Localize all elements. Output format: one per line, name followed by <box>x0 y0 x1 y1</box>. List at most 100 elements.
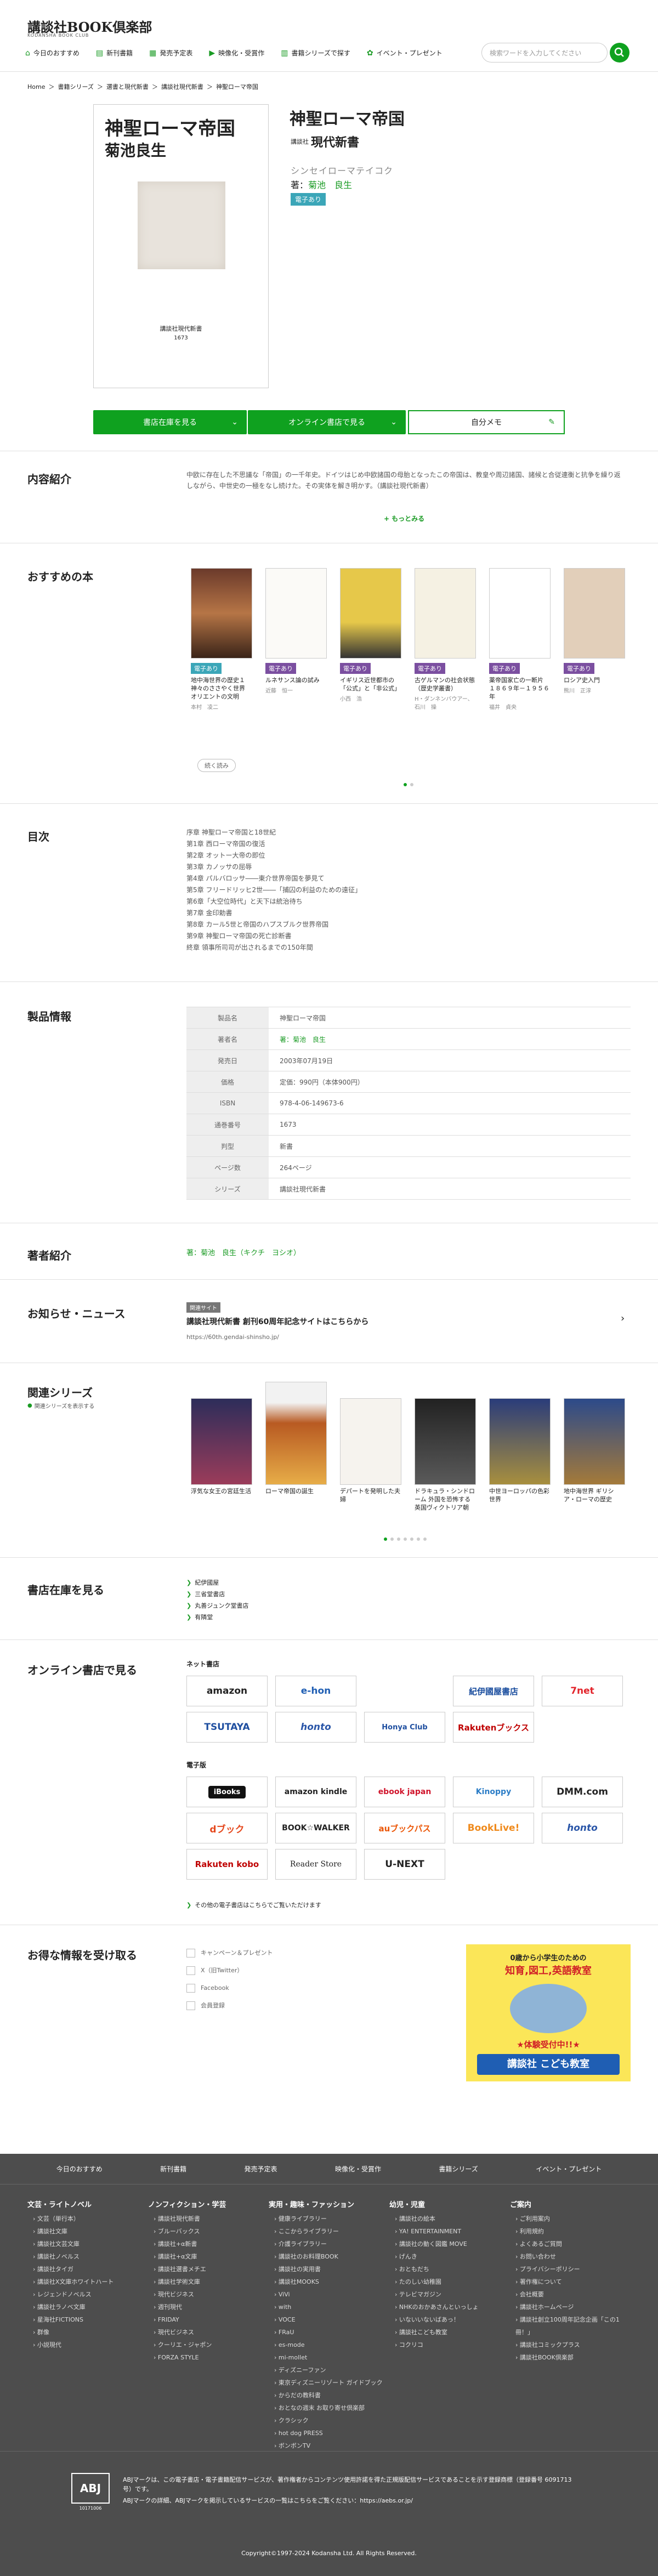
benefit-link[interactable]: 会員登録 <box>186 1997 273 2015</box>
stock-button[interactable]: 書店在庫を見る ⌄ <box>93 410 247 434</box>
footer-nav-item[interactable]: 映像化・受賞作 <box>335 2164 381 2174</box>
footer-link[interactable]: › プライバシーポリシー <box>510 2263 625 2276</box>
author-intro-link[interactable]: 著：菊池 良生（キクチ ヨシオ） <box>186 1247 300 1257</box>
footer-link[interactable]: › 講談社の絵本 <box>389 2212 504 2225</box>
recommend-item[interactable]: 電子あり 古ゲルマンの社会状態（歴史学叢書） H・ダンネンバウアー、石川 操 <box>415 568 476 711</box>
footer-link[interactable]: › テレビマガジン <box>389 2288 504 2301</box>
store-logo-ehon[interactable]: e-hon <box>275 1676 356 1706</box>
recommend-item[interactable]: 電子あり イギリス近世都市の「公式」と「非公式」 小西 浩 <box>340 568 401 702</box>
footer-link[interactable]: › es-mode <box>269 2339 384 2351</box>
recommend-item[interactable]: 電子あり 地中海世界の歴史１ 神々のささやく世界 オリエントの文明 本村 凌二 <box>191 568 252 711</box>
store-link[interactable]: ❯ 紀伊國屋 <box>186 1577 248 1588</box>
footer-link[interactable]: › with <box>269 2301 384 2313</box>
ad-banner[interactable]: 0歳から小学生のための 知育,図工,英語教室 ★体験受付中!!★ 講談社 こども… <box>466 1944 631 2081</box>
nav-item-series[interactable]: ▥ 書籍シリーズで探す <box>281 48 350 58</box>
footer-nav-item[interactable]: 今日のおすすめ <box>56 2164 103 2174</box>
footer-link[interactable]: › いないいないばあっ！ <box>389 2313 504 2326</box>
ebook-logo-ibooks[interactable]: iBooks <box>186 1777 268 1807</box>
news-title[interactable]: 講談社現代新書 創刊60周年記念サイトはこちらから <box>186 1316 368 1327</box>
recommend-more-button[interactable]: 続く読み <box>197 759 236 772</box>
footer-link[interactable]: › たのしい幼稚園 <box>389 2276 504 2288</box>
footer-link[interactable]: › 講談社MOOKS <box>269 2276 384 2288</box>
footer-link[interactable]: › ご利用案内 <box>510 2212 625 2225</box>
footer-nav-item[interactable]: イベント・プレゼント <box>536 2164 602 2174</box>
nav-item-media[interactable]: ▶ 映像化・受賞作 <box>209 48 264 58</box>
publisher-series[interactable]: 講談社 現代新書 <box>291 133 359 150</box>
related-item[interactable]: 浮気な女王の宮廷生活 <box>191 1398 252 1495</box>
footer-link[interactable]: › からだの教科書 <box>269 2389 384 2402</box>
footer-link[interactable]: › クーリエ・ジャポン <box>148 2339 263 2351</box>
footer-link[interactable]: › NHKのおかあさんといっしょ <box>389 2301 504 2313</box>
store-link[interactable]: ❯ 三省堂書店 <box>186 1588 248 1600</box>
search-button[interactable] <box>610 43 629 63</box>
breadcrumb-item[interactable]: 書籍シリーズ <box>58 82 93 91</box>
benefit-link[interactable]: Facebook <box>186 1979 273 1997</box>
ebook-logo-bookwalker[interactable]: BOOK☆WALKER <box>275 1813 356 1843</box>
breadcrumb-item[interactable]: 選書と現代新書 <box>106 82 149 91</box>
ebook-logo-unext[interactable]: U-NEXT <box>364 1849 445 1880</box>
breadcrumb-item[interactable]: Home <box>27 83 45 90</box>
store-logo-honyaclub[interactable]: Honya Club <box>364 1712 445 1743</box>
footer-link[interactable]: › 講談社の動く図鑑 MOVE <box>389 2238 504 2250</box>
store-link[interactable]: ❯ 丸善ジュンク堂書店 <box>186 1600 248 1612</box>
ebook-logo-honto[interactable]: honto <box>542 1813 623 1843</box>
footer-link[interactable]: › YA! ENTERTAINMENT <box>389 2225 504 2238</box>
footer-link[interactable]: › VOCE <box>269 2313 384 2326</box>
store-logo-7net[interactable]: 7net <box>542 1676 623 1706</box>
footer-link[interactable]: › 利用規約 <box>510 2225 625 2238</box>
chevron-right-icon[interactable]: › <box>621 1313 625 1324</box>
footer-link[interactable]: › 講談社BOOK倶楽部 <box>510 2351 625 2364</box>
footer-link[interactable]: › FRaU <box>269 2326 384 2339</box>
online-button[interactable]: オンライン書店で見る ⌄ <box>248 410 406 434</box>
related-show-link[interactable]: ● 関連シリーズを表示する <box>27 1402 94 1410</box>
store-logo-rakuten[interactable]: Rakutenブックス <box>453 1712 534 1743</box>
footer-link[interactable]: › 講談社+α文庫 <box>148 2250 263 2263</box>
footer-link[interactable]: › 講談社X文庫ホワイトハート <box>27 2276 143 2288</box>
footer-link[interactable]: › hot dog PRESS <box>269 2427 384 2439</box>
footer-link[interactable]: › お問い合わせ <box>510 2250 625 2263</box>
ebook-logo-dmm[interactable]: DMM.com <box>542 1777 623 1807</box>
store-logo-tsutaya[interactable]: TSUTAYA <box>186 1712 268 1743</box>
related-item[interactable]: ローマ帝国の誕生 <box>265 1382 327 1495</box>
footer-link[interactable]: › 講談社ラノベ文庫 <box>27 2301 143 2313</box>
ebook-logo-kobo[interactable]: Rakuten kobo <box>186 1849 268 1880</box>
recommend-item[interactable]: 電子あり ルネサンス論の試み 近藤 恒一 <box>265 568 327 694</box>
footer-link[interactable]: › 講談社選書メチエ <box>148 2263 263 2276</box>
recommend-item[interactable]: 電子あり 薬帝国家亡の一断片 １８６９年－１９５６年 福井 貞央 <box>489 568 551 711</box>
footer-link[interactable]: › 講談社の実用書 <box>269 2263 384 2276</box>
related-item[interactable]: 中世ヨーロッパの色彩世界 <box>489 1398 551 1503</box>
store-link[interactable]: ❯ 有隣堂 <box>186 1612 248 1623</box>
ebook-logo-dbook[interactable]: dブック <box>186 1813 268 1843</box>
footer-link[interactable]: › 講談社文庫 <box>27 2225 143 2238</box>
related-item[interactable]: デパートを発明した夫婦 <box>340 1398 401 1503</box>
other-ebook-link[interactable]: ❯ その他の電子書店はこちらでご覧いただけます <box>186 1900 321 1909</box>
nav-item-today[interactable]: ⌂ 今日のおすすめ <box>25 48 80 58</box>
footer-link[interactable]: › 群像 <box>27 2326 143 2339</box>
show-more-link[interactable]: + もっとみる <box>384 514 424 523</box>
footer-link[interactable]: › 会社概要 <box>510 2288 625 2301</box>
ebook-logo-ebookjapan[interactable]: ebook japan <box>364 1777 445 1807</box>
info-value[interactable]: 著：菊池 良生 <box>269 1035 326 1044</box>
footer-link[interactable]: › 講談社タイガ <box>27 2263 143 2276</box>
footer-link[interactable]: › FORZA STYLE <box>148 2351 263 2364</box>
store-logo-honto[interactable]: honto <box>275 1712 356 1743</box>
footer-link[interactable]: › mi-mollet <box>269 2351 384 2364</box>
ebook-logo-kinoppy[interactable]: Kinoppy <box>453 1777 534 1807</box>
footer-nav-item[interactable]: 発売予定表 <box>245 2164 277 2174</box>
footer-link[interactable]: › 講談社創立100周年記念企画「この1冊！」 <box>510 2313 625 2339</box>
nav-item-events[interactable]: ✿ イベント・プレゼント <box>367 48 443 58</box>
footer-link[interactable]: › おともだち <box>389 2263 504 2276</box>
search-input[interactable]: 検索ワードを入力してください <box>481 43 608 63</box>
footer-link[interactable]: › 健康ライブラリー <box>269 2212 384 2225</box>
footer-link[interactable]: › 週刊現代 <box>148 2301 263 2313</box>
breadcrumb-item[interactable]: 講談社現代新書 <box>161 82 203 91</box>
footer-link[interactable]: › 講談社文芸文庫 <box>27 2238 143 2250</box>
nav-item-new[interactable]: ▤ 新刊書籍 <box>96 48 133 58</box>
footer-link[interactable]: › コクリコ <box>389 2339 504 2351</box>
memo-button[interactable]: 自分メモ ✎ <box>408 410 565 434</box>
footer-link[interactable]: › 講談社のお料理BOOK <box>269 2250 384 2263</box>
benefit-link[interactable]: X（旧Twitter） <box>186 1962 273 1979</box>
store-logo-amazon[interactable]: amazon <box>186 1676 268 1706</box>
footer-link[interactable]: › げんき <box>389 2250 504 2263</box>
footer-link[interactable]: › 講談社現代新書 <box>148 2212 263 2225</box>
